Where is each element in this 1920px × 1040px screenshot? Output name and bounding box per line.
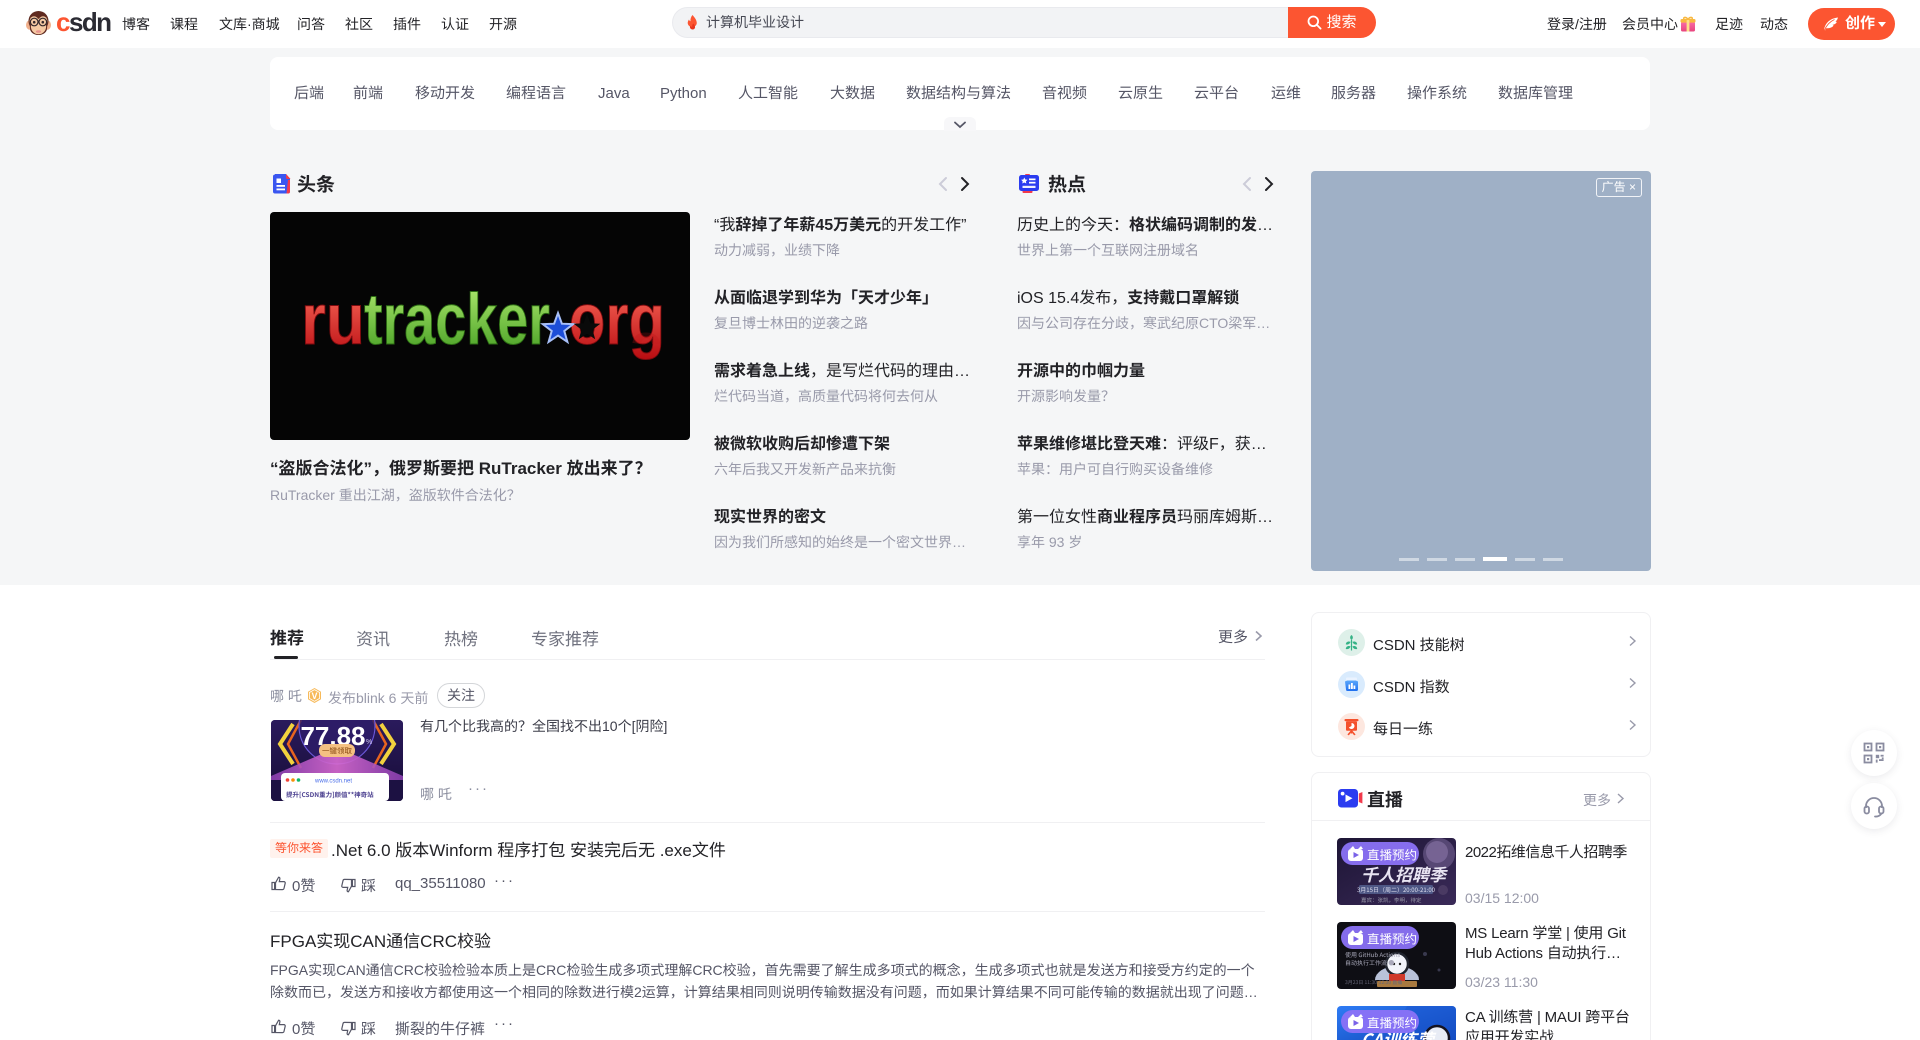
svg-text:一键领取: 一键领取 — [322, 746, 352, 757]
svg-text:嘉宾：张凯，李明，待定: 嘉宾：张凯，李明，待定 — [1361, 896, 1422, 904]
svg-text:直播预约: 直播预约 — [1367, 929, 1417, 948]
svg-text:www.csdn.net: www.csdn.net — [314, 779, 352, 785]
svg-text:提升[CSDN重力]颜值**神奇站: 提升[CSDN重力]颜值**神奇站 — [286, 789, 374, 799]
svg-text:3月23日 11:30-12:30 直播: 3月23日 11:30-12:30 直播 — [1345, 979, 1402, 986]
svg-text:直播预约: 直播预约 — [1367, 845, 1417, 864]
svg-text:V: V — [311, 691, 317, 701]
svg-text:tracker: tracker — [364, 332, 550, 412]
svg-text:自动执行工作流 ●: 自动执行工作流 ● — [1345, 958, 1394, 967]
svg-text:3月15日（周二）20:00-21:00: 3月15日（周二）20:00-21:00 — [1357, 885, 1436, 894]
svg-text:ru: ru — [301, 332, 365, 412]
svg-text:sdn: sdn — [69, 8, 111, 37]
svg-text:直播预约: 直播预约 — [1367, 1013, 1417, 1032]
svg-text:c: c — [56, 8, 70, 37]
svg-text:org: org — [569, 332, 665, 412]
svg-text:%: % — [366, 739, 372, 746]
